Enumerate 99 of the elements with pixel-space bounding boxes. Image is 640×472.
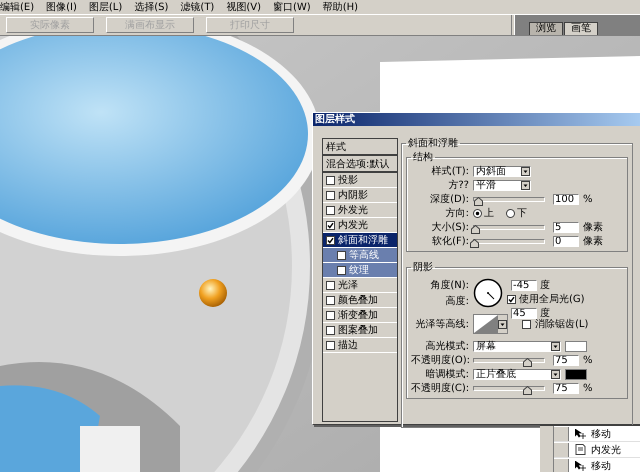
input-field[interactable]: 75 — [553, 354, 579, 366]
checkbox[interactable] — [326, 220, 335, 230]
group-title: 结构 — [412, 150, 434, 164]
field-label: 深度(D): — [429, 192, 469, 206]
checkbox-label: 消除锯齿(L) — [535, 318, 588, 331]
field-label: 高光模式: — [424, 340, 469, 353]
menu-item[interactable]: 视图(V) — [226, 0, 261, 14]
slider-thumb[interactable] — [522, 358, 532, 366]
field-label: 角度(N): — [429, 278, 469, 292]
dropdown-arrow-icon — [551, 370, 560, 378]
field-label: 不透明度(O): — [411, 354, 469, 367]
visibility-toggle[interactable] — [554, 426, 569, 440]
move-tool-icon — [575, 460, 587, 470]
dropdown[interactable]: 屏幕 — [473, 340, 561, 352]
dropdown-arrow-icon — [521, 180, 530, 190]
style-item[interactable]: 纹理 — [323, 263, 397, 278]
dropdown-arrow-icon — [498, 320, 507, 328]
contour-picker[interactable] — [473, 314, 508, 334]
menu-item[interactable]: 编辑(E) — [0, 0, 34, 14]
style-item[interactable]: 外发光 — [323, 203, 397, 218]
checkbox[interactable] — [507, 294, 516, 304]
dropdown[interactable]: 平滑 — [473, 180, 531, 190]
style-item[interactable]: 描边 — [323, 338, 397, 353]
checkbox[interactable] — [522, 320, 531, 328]
panel-tab[interactable]: 浏览 — [529, 22, 563, 35]
field-label: 方?? — [447, 178, 469, 192]
dropdown-arrow-icon — [551, 342, 560, 350]
dialog-title: 图层样式 — [313, 113, 640, 126]
move-tool-icon — [575, 428, 587, 438]
checkbox[interactable] — [326, 296, 335, 304]
history-item[interactable]: 移动 — [591, 426, 611, 440]
radio-button[interactable] — [473, 208, 482, 218]
checkbox[interactable] — [326, 176, 335, 184]
menu-item[interactable]: 窗口(W) — [273, 0, 311, 14]
menu-item[interactable]: 图层(L) — [88, 0, 122, 14]
slider-thumb[interactable] — [474, 196, 482, 206]
document-icon — [575, 444, 587, 455]
input-field[interactable]: 45 — [511, 308, 537, 318]
group-title: 斜面和浮雕 — [407, 136, 459, 150]
slider-thumb[interactable] — [471, 224, 480, 234]
visibility-toggle[interactable] — [554, 442, 569, 456]
field-label: 光泽等高线: — [414, 318, 469, 331]
menu-item[interactable]: 图像(I) — [46, 0, 77, 14]
field-label: 不透明度(C): — [411, 382, 469, 395]
unit-label: % — [583, 194, 593, 204]
radio-label: 下 — [517, 207, 527, 220]
panel-tab[interactable]: 画笔 — [564, 22, 598, 35]
checkbox[interactable] — [337, 266, 346, 274]
menu-item[interactable]: 帮助(H) — [322, 0, 358, 14]
checkbox[interactable] — [326, 236, 335, 244]
unit-label: 像素 — [583, 234, 603, 248]
unit-label: % — [583, 354, 593, 366]
checkbox[interactable] — [326, 206, 335, 214]
field-label: 大小(S): — [430, 220, 469, 234]
input-field[interactable]: 5 — [553, 222, 579, 232]
checkbox-label: 使用全局光(G) — [519, 292, 585, 306]
menu-item[interactable]: 选择(S) — [134, 0, 168, 14]
unit-label: 度 — [540, 306, 550, 319]
menu-item[interactable]: 滤镜(T) — [180, 0, 214, 14]
dropdown[interactable]: 正片叠底 — [473, 368, 561, 380]
checkbox[interactable] — [337, 250, 346, 260]
field-label: 软化(F): — [431, 235, 469, 248]
style-item[interactable]: 颜色叠加 — [323, 293, 397, 308]
slider-thumb[interactable] — [522, 386, 532, 394]
history-item[interactable]: 移动 — [591, 458, 611, 472]
list-header: 样式 — [323, 139, 397, 156]
unit-label: 像素 — [583, 220, 603, 234]
input-field[interactable]: 75 — [553, 382, 579, 394]
style-item[interactable]: 等高线 — [323, 248, 397, 263]
style-item[interactable]: 内阴影 — [323, 188, 397, 203]
visibility-toggle[interactable] — [554, 458, 569, 472]
field-label: 高度: — [444, 294, 469, 308]
dropdown-arrow-icon — [521, 166, 530, 176]
style-item[interactable]: 混合选项:默认 — [323, 156, 397, 173]
color-swatch[interactable] — [565, 340, 587, 352]
slider-thumb[interactable] — [470, 238, 479, 248]
checkbox[interactable] — [326, 310, 335, 320]
color-swatch[interactable] — [565, 368, 587, 380]
dropdown[interactable]: 内斜面 — [473, 166, 531, 176]
field-label: 暗调模式: — [424, 368, 469, 381]
radio-label: 上 — [484, 206, 494, 220]
style-item[interactable]: 图案叠加 — [323, 323, 397, 338]
angle-dial[interactable] — [473, 278, 503, 308]
style-item[interactable]: 光泽 — [323, 278, 397, 293]
field-label: 样式(T): — [430, 164, 469, 178]
checkbox[interactable] — [326, 190, 335, 200]
checkbox[interactable] — [326, 326, 335, 334]
style-item[interactable]: 投影 — [323, 173, 397, 188]
history-item[interactable]: 内发光 — [591, 442, 621, 456]
radio-button[interactable] — [506, 208, 515, 218]
unit-label: 度 — [540, 278, 550, 292]
field-label: 方向: — [444, 206, 469, 220]
checkbox[interactable] — [326, 280, 335, 290]
group-title: 阴影 — [412, 261, 434, 274]
checkbox[interactable] — [326, 340, 335, 350]
style-item[interactable]: 渐变叠加 — [323, 308, 397, 323]
input-field[interactable]: -45 — [511, 280, 537, 290]
unit-label: % — [583, 382, 593, 394]
style-item[interactable]: 斜面和浮雕 — [323, 233, 397, 248]
